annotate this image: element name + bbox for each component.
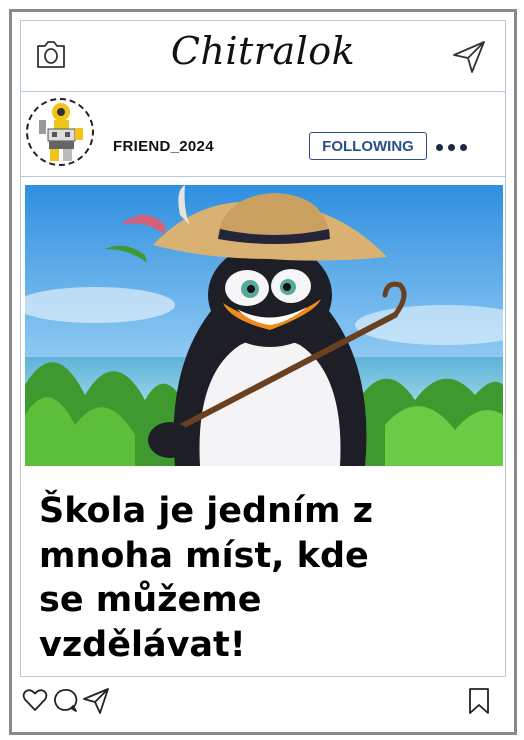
comment-icon[interactable]	[52, 687, 78, 713]
app-header: Chitralok	[21, 21, 505, 92]
following-button[interactable]: FOLLOWING	[309, 132, 427, 160]
bookmark-icon[interactable]	[466, 687, 492, 715]
username[interactable]: FRIEND_2024	[113, 138, 214, 155]
penguin-illustration	[25, 185, 503, 466]
caption-line: se můžeme	[39, 580, 262, 620]
post-author-bar: FRIEND_2024 FOLLOWING	[21, 92, 505, 177]
post-card: Chitralok FRIEND_2024 FOLLOWING Škola je…	[20, 20, 506, 677]
share-icon[interactable]	[82, 687, 110, 715]
post-actions-bar	[12, 684, 514, 728]
more-options-icon[interactable]	[436, 138, 476, 152]
caption-line: mnoha míst, kde	[39, 535, 369, 576]
caption-line: Škola je jedním z	[39, 491, 374, 531]
heart-icon[interactable]	[22, 687, 48, 713]
send-icon[interactable]	[451, 39, 487, 75]
avatar[interactable]	[26, 98, 94, 166]
post-caption: Škola je jedním z mnoha míst, kde se můž…	[39, 489, 479, 667]
robot-avatar-icon	[39, 103, 83, 161]
post-frame: Chitralok FRIEND_2024 FOLLOWING Škola je…	[9, 9, 517, 735]
post-image[interactable]	[25, 185, 503, 466]
caption-line: vzdělávat!	[39, 624, 246, 665]
app-logo: Chitralok	[170, 29, 356, 73]
